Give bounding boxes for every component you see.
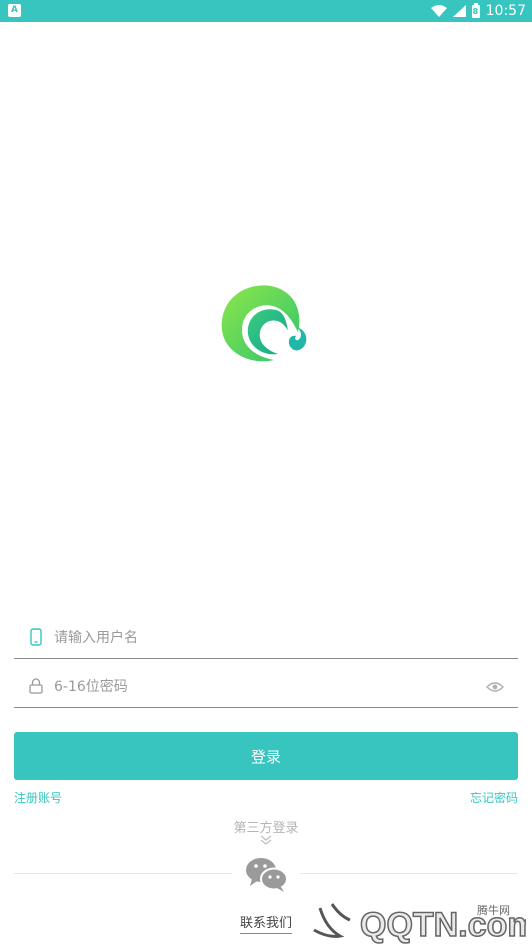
watermark-site-name: 腾牛网: [477, 904, 510, 917]
password-input[interactable]: [52, 671, 476, 703]
eye-icon[interactable]: [486, 681, 504, 693]
battery-icon: 8: [471, 2, 480, 18]
username-field: [14, 614, 518, 659]
divider-right: [300, 873, 518, 874]
wechat-icon[interactable]: [244, 855, 290, 893]
status-icons: 8 10:57: [430, 0, 526, 22]
login-screen: A 8 10:57 请输入用户名 登录 注册账号 忘记密码 第三方登录 联系我们…: [0, 0, 532, 946]
signal-icon: [452, 5, 466, 17]
login-button[interactable]: 登录: [14, 732, 518, 780]
app-logo-icon: [221, 285, 307, 362]
phone-icon: [30, 628, 42, 646]
double-chevron-down-icon: [260, 835, 272, 845]
lock-icon: [29, 678, 43, 694]
wifi-icon: [430, 5, 447, 17]
clock: 10:57: [485, 3, 526, 19]
password-field: [14, 663, 518, 708]
notification-icon: A: [8, 4, 21, 17]
status-bar: A 8 10:57: [0, 0, 532, 22]
forgot-password-link[interactable]: 忘记密码: [470, 790, 518, 806]
register-link[interactable]: 注册账号: [14, 790, 62, 806]
divider-left: [14, 873, 232, 874]
username-input[interactable]: [52, 622, 476, 654]
